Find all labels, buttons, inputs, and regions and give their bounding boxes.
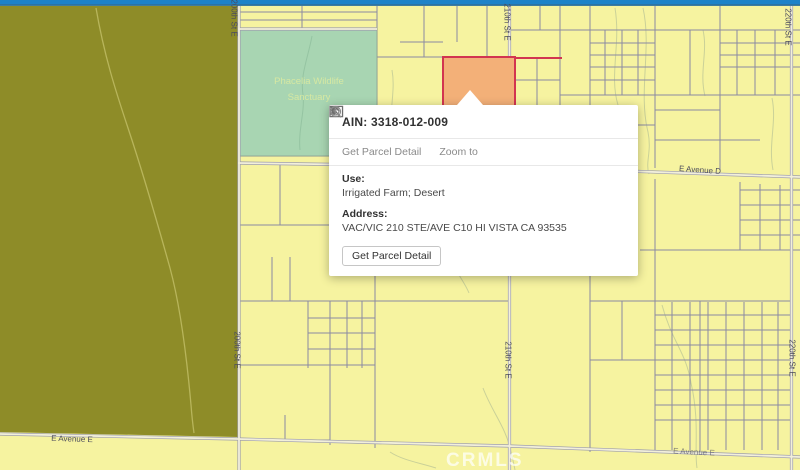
address-field-label: Address: bbox=[342, 208, 625, 222]
collapse-button[interactable] bbox=[582, 113, 606, 131]
popup-header: AIN: 3318-012-009 bbox=[329, 105, 638, 139]
close-button[interactable] bbox=[606, 113, 630, 131]
popup-callout-arrow bbox=[457, 90, 483, 105]
dock-button[interactable] bbox=[558, 113, 582, 131]
zoom-to-action-label: Zoom to bbox=[439, 146, 478, 158]
address-field: Address: VAC/VIC 210 STE/AVE C10 HI VIST… bbox=[342, 208, 625, 235]
svg-text:Phacelia Wildlife: Phacelia Wildlife bbox=[274, 76, 344, 87]
popup-title: AIN: 3318-012-009 bbox=[342, 115, 558, 129]
avenue-e-label: E Avenue E bbox=[51, 434, 93, 444]
use-field: Use: Irrigated Farm; Desert bbox=[342, 173, 625, 200]
street-label-220th-mid: 220th St E bbox=[788, 339, 797, 376]
top-boundary-bar bbox=[0, 0, 800, 6]
street-label-200th-top: 200th St E bbox=[230, 0, 239, 37]
get-parcel-detail-button[interactable]: Get Parcel Detail bbox=[342, 246, 441, 266]
street-label-210th-top: 210th St E bbox=[503, 3, 512, 40]
use-field-value: Irrigated Farm; Desert bbox=[342, 187, 625, 201]
use-field-label: Use: bbox=[342, 173, 625, 187]
svg-text:Sanctuary: Sanctuary bbox=[288, 92, 331, 103]
parcel-popup: AIN: 3318-012-009 bbox=[329, 105, 638, 276]
street-label-220th-top: 220th St E bbox=[784, 8, 793, 45]
open-space-area[interactable] bbox=[0, 6, 238, 437]
map-view: 200th St E 200th St E 210th St E 210th S… bbox=[0, 0, 800, 470]
watermark: CRMLS bbox=[446, 450, 524, 470]
zoom-to-icon bbox=[329, 105, 343, 119]
get-parcel-detail-action-label: Get Parcel Detail bbox=[342, 146, 421, 158]
street-label-200th-mid: 200th St E bbox=[233, 331, 242, 368]
zoom-to-action[interactable]: Zoom to bbox=[439, 146, 478, 158]
street-label-210th-mid: 210th St E bbox=[504, 341, 513, 378]
popup-actions: Get Parcel Detail Zoom to bbox=[329, 139, 638, 166]
popup-body: Use: Irrigated Farm; Desert Address: VAC… bbox=[329, 166, 638, 276]
get-parcel-detail-action[interactable]: Get Parcel Detail bbox=[342, 146, 421, 158]
address-field-value: VAC/VIC 210 STE/AVE C10 HI VISTA CA 9353… bbox=[342, 222, 625, 236]
